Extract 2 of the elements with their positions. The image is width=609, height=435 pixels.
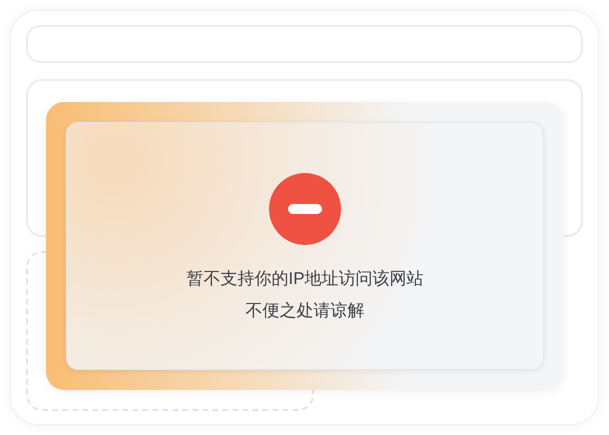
notice-text: 不便之处请谅解 <box>246 300 364 322</box>
notice-text: 暂不支持你的IP地址访问该网站 <box>186 268 424 290</box>
